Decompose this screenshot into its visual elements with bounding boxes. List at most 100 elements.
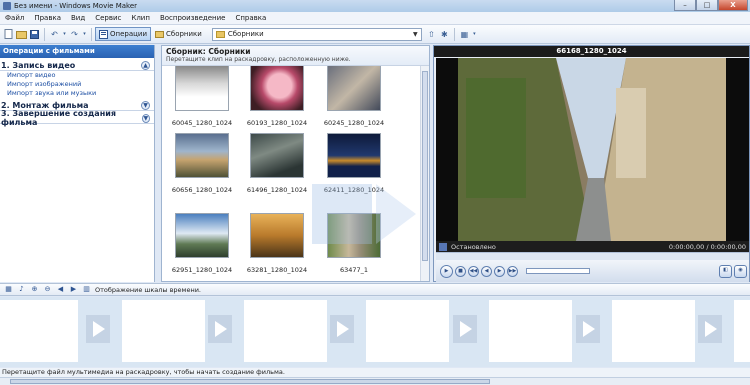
section-header[interactable]: 3. Завершение создания фильма ▼ — [0, 109, 154, 127]
transition-slot[interactable] — [86, 315, 110, 343]
timeline-view-icon[interactable]: ▥ — [82, 285, 91, 294]
show-timeline-link[interactable]: Отображение шкалы времени. — [95, 286, 201, 294]
transition-slot[interactable] — [453, 315, 477, 343]
collections-folder-icon — [155, 30, 164, 38]
redo-dropdown-icon[interactable]: ▾ — [82, 29, 87, 40]
menu-bar: Файл Правка Вид Сервис Клип Воспроизведе… — [0, 12, 750, 25]
clip-thumbnail — [175, 66, 229, 111]
status-icon — [439, 242, 447, 251]
new-project-icon[interactable] — [3, 29, 14, 40]
undo-icon[interactable]: ↶ — [49, 29, 60, 40]
preview-monitor: 66168_1280_1024 Остановлено 0:00:00,00 /… — [433, 45, 750, 282]
clip-label: 62951_1280_1024 — [171, 266, 233, 274]
clip-item[interactable]: 63281_1280_1024 — [242, 213, 312, 274]
chevron-down-icon[interactable]: ▼ — [411, 30, 420, 39]
section-header[interactable]: 1. Запись видео ▲ — [0, 60, 154, 71]
transition-slot[interactable] — [698, 315, 722, 343]
clip-label: 61496_1280_1024 — [246, 186, 308, 194]
storyboard — [0, 297, 750, 367]
movie-tasks-pane: Операции с фильмами 1. Запись видео ▲ Им… — [0, 45, 155, 282]
storyboard-hint: Перетащите файл мультимедиа на раскадров… — [0, 368, 750, 377]
storyboard-scrollbar[interactable] — [0, 377, 750, 385]
close-button[interactable]: X — [718, 0, 748, 11]
toolbar-separator — [44, 27, 45, 41]
rewind-storyboard-icon[interactable]: ◀ — [56, 285, 65, 294]
undo-dropdown-icon[interactable]: ▾ — [62, 29, 67, 40]
redo-icon[interactable]: ↷ — [69, 29, 80, 40]
menu-playback[interactable]: Воспроизведение — [155, 14, 231, 22]
clip-item[interactable]: 60656_1280_1024 — [167, 133, 237, 194]
menu-tools[interactable]: Сервис — [90, 14, 126, 22]
storyboard-slot[interactable] — [122, 300, 205, 362]
clip-item[interactable]: 62951_1280_1024 — [167, 213, 237, 274]
up-folder-icon[interactable]: ⇧ — [426, 29, 437, 40]
storyboard-slot[interactable] — [489, 300, 572, 362]
chevron-down-icon[interactable]: ▼ — [141, 100, 150, 110]
main-toolbar: ↶ ▾ ↷ ▾ Операции Сборники Сборники ▼ ⇧ ✱… — [0, 25, 750, 44]
play-icon[interactable]: ▶ — [440, 264, 453, 278]
storyboard-slot[interactable] — [612, 300, 695, 362]
minimize-button[interactable]: – — [674, 0, 696, 11]
rewind-icon[interactable]: ◀ — [481, 265, 492, 277]
views-icon[interactable]: ▦ — [459, 29, 470, 40]
clip-thumbnail — [327, 66, 381, 111]
previous-frame-icon[interactable]: ◀◀ — [468, 265, 479, 277]
storyboard-slot[interactable] — [734, 300, 750, 362]
storyboard-slot[interactable] — [0, 300, 78, 362]
collections-button[interactable]: Сборники — [151, 27, 206, 41]
zoom-in-icon[interactable]: ⊕ — [30, 285, 39, 294]
scrollbar-thumb[interactable] — [10, 379, 490, 384]
storyboard-slot[interactable] — [244, 300, 327, 362]
film-watermark-icon — [312, 184, 416, 244]
maximize-button[interactable]: □ — [696, 0, 718, 11]
menu-file[interactable]: Файл — [0, 14, 29, 22]
seek-bar[interactable] — [436, 252, 749, 260]
clip-thumbnail — [175, 213, 229, 258]
clip-thumbnail — [250, 66, 304, 111]
collection-header: Сборник: Сборники Перетащите клип на рас… — [162, 46, 429, 66]
play-storyboard-icon[interactable]: ▶ — [69, 285, 78, 294]
forward-icon[interactable]: ▶ — [494, 265, 505, 277]
clip-item[interactable]: 60193_1280_1024 — [242, 66, 312, 127]
snapshot-icon[interactable]: ◉ — [734, 264, 747, 278]
clip-label: 60656_1280_1024 — [171, 186, 233, 194]
menu-clip[interactable]: Клип — [126, 14, 155, 22]
chevron-down-icon[interactable]: ▼ — [141, 113, 150, 123]
import-pictures-link[interactable]: Импорт изображений — [0, 80, 154, 89]
stop-icon[interactable]: ■ — [455, 265, 466, 277]
collection-select-value: Сборники — [227, 30, 264, 38]
clip-label: 63281_1280_1024 — [246, 266, 308, 274]
collection-select[interactable]: Сборники ▼ — [211, 27, 422, 41]
clip-item[interactable]: 61496_1280_1024 — [242, 133, 312, 194]
volume-slider[interactable] — [526, 268, 590, 274]
clip-item[interactable]: 60245_1280_1024 — [319, 66, 389, 127]
storyboard-icon[interactable]: ▦ — [4, 285, 13, 294]
zoom-out-icon[interactable]: ⊖ — [43, 285, 52, 294]
transition-icon — [460, 321, 472, 337]
menu-help[interactable]: Справка — [230, 14, 271, 22]
import-audio-link[interactable]: Импорт звука или музыки — [0, 89, 154, 98]
menu-edit[interactable]: Правка — [29, 14, 66, 22]
storyboard-slot[interactable] — [366, 300, 449, 362]
transition-slot[interactable] — [576, 315, 600, 343]
operations-button[interactable]: Операции — [95, 27, 151, 41]
open-project-icon[interactable] — [16, 29, 27, 40]
narrate-icon[interactable]: ♪ — [17, 285, 26, 294]
clip-item[interactable]: 60045_1280_1024 — [167, 66, 237, 127]
storyboard-toolbar: ▦ ♪ ⊕ ⊖ ◀ ▶ ▥ Отображение шкалы времени. — [0, 283, 750, 296]
preview-title: 66168_1280_1024 — [434, 46, 749, 57]
views-dropdown-icon[interactable]: ▾ — [472, 29, 477, 40]
window-controls: – □ X — [674, 0, 748, 11]
transition-slot[interactable] — [208, 315, 232, 343]
preview-screen — [436, 58, 749, 241]
capture-video-section: 1. Запись видео ▲ Импорт видео Импорт из… — [0, 60, 154, 98]
split-clip-icon[interactable]: ◧ — [719, 264, 732, 278]
next-frame-icon[interactable]: ▶▶ — [507, 265, 518, 277]
transition-slot[interactable] — [330, 315, 354, 343]
menu-view[interactable]: Вид — [66, 14, 90, 22]
operations-icon — [99, 29, 108, 39]
new-collection-icon[interactable]: ✱ — [439, 29, 450, 40]
save-project-icon[interactable] — [29, 29, 40, 40]
import-video-link[interactable]: Импорт видео — [0, 71, 154, 80]
chevron-up-icon[interactable]: ▲ — [141, 60, 150, 70]
